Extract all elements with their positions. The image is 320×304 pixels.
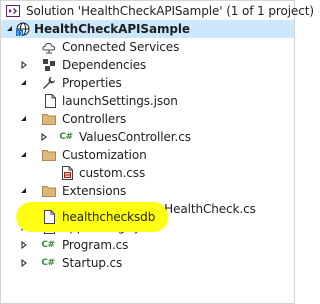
item-label: ValuesController.cs	[79, 130, 191, 144]
tree-row-controllers[interactable]: Controllers	[1, 110, 294, 128]
item-label: Startup.cs	[62, 256, 123, 270]
tree-row-program[interactable]: C# Program.cs	[1, 236, 294, 254]
folder-icon	[41, 183, 57, 199]
svg-text:{}: {}	[16, 31, 22, 37]
solution-explorer-tree: Solution 'HealthCheckAPISample' (1 of 1 …	[0, 0, 314, 304]
solution-icon	[5, 3, 21, 19]
chevron-collapsed-icon[interactable]	[19, 254, 29, 272]
item-label: Program.cs	[62, 238, 129, 252]
tree-row-solution[interactable]: Solution 'HealthCheckAPISample' (1 of 1 …	[1, 2, 314, 20]
item-label: Properties	[62, 76, 122, 90]
item-label: Dependencies	[62, 58, 147, 72]
tree-row-connected-services[interactable]: Connected Services	[1, 38, 294, 56]
tree-row-customization[interactable]: Customization	[1, 146, 294, 164]
tree-row-healthchecksdb[interactable]: healthchecksdb	[1, 208, 294, 226]
csharp-file-icon: C#	[41, 240, 55, 250]
chevron-expanded-icon[interactable]	[19, 74, 29, 92]
csharp-file-icon: C#	[59, 132, 73, 142]
item-label: launchSettings.json	[62, 94, 178, 108]
tree-row-custom-css[interactable]: custom.css	[1, 164, 294, 182]
chevron-expanded-icon[interactable]	[5, 20, 15, 38]
tree-row-dependencies[interactable]: Dependencies	[1, 56, 294, 74]
chevron-collapsed-icon[interactable]	[19, 56, 29, 74]
solution-label: Solution 'HealthCheckAPISample' (1 of 1 …	[26, 4, 314, 18]
chevron-expanded-icon[interactable]	[19, 146, 29, 164]
tree-row-properties[interactable]: Properties	[1, 74, 294, 92]
tree-row-extensions[interactable]: Extensions	[1, 182, 294, 200]
item-label: Extensions	[62, 184, 127, 198]
item-label: Customization	[62, 148, 147, 162]
item-label: Controllers	[62, 112, 127, 126]
chevron-collapsed-icon[interactable]	[19, 236, 29, 254]
chevron-expanded-icon[interactable]	[19, 110, 29, 128]
project-label: HealthCheckAPISample	[34, 22, 190, 36]
folder-icon	[41, 111, 57, 127]
tree-row-project[interactable]: {} HealthCheckAPISample	[1, 20, 294, 38]
chevron-expanded-icon[interactable]	[19, 182, 29, 200]
json-file-icon	[42, 93, 58, 109]
wrench-icon	[41, 75, 57, 91]
dependencies-icon	[41, 57, 57, 73]
tree-row-valuescontroller[interactable]: C# ValuesController.cs	[1, 128, 294, 146]
css-file-icon	[59, 165, 75, 181]
file-icon	[41, 209, 57, 225]
tree-row-launchsettings[interactable]: launchSettings.json	[1, 92, 294, 110]
tree-row-startup[interactable]: C# Startup.cs	[1, 254, 294, 272]
chevron-collapsed-icon[interactable]	[39, 128, 49, 146]
item-label: custom.css	[79, 166, 146, 180]
csharp-file-icon: C#	[41, 258, 55, 268]
connected-services-icon	[41, 39, 57, 55]
item-label: healthchecksdb	[62, 210, 156, 224]
item-label: Connected Services	[62, 40, 180, 54]
folder-icon	[41, 147, 57, 163]
web-project-icon: {}	[15, 21, 31, 37]
